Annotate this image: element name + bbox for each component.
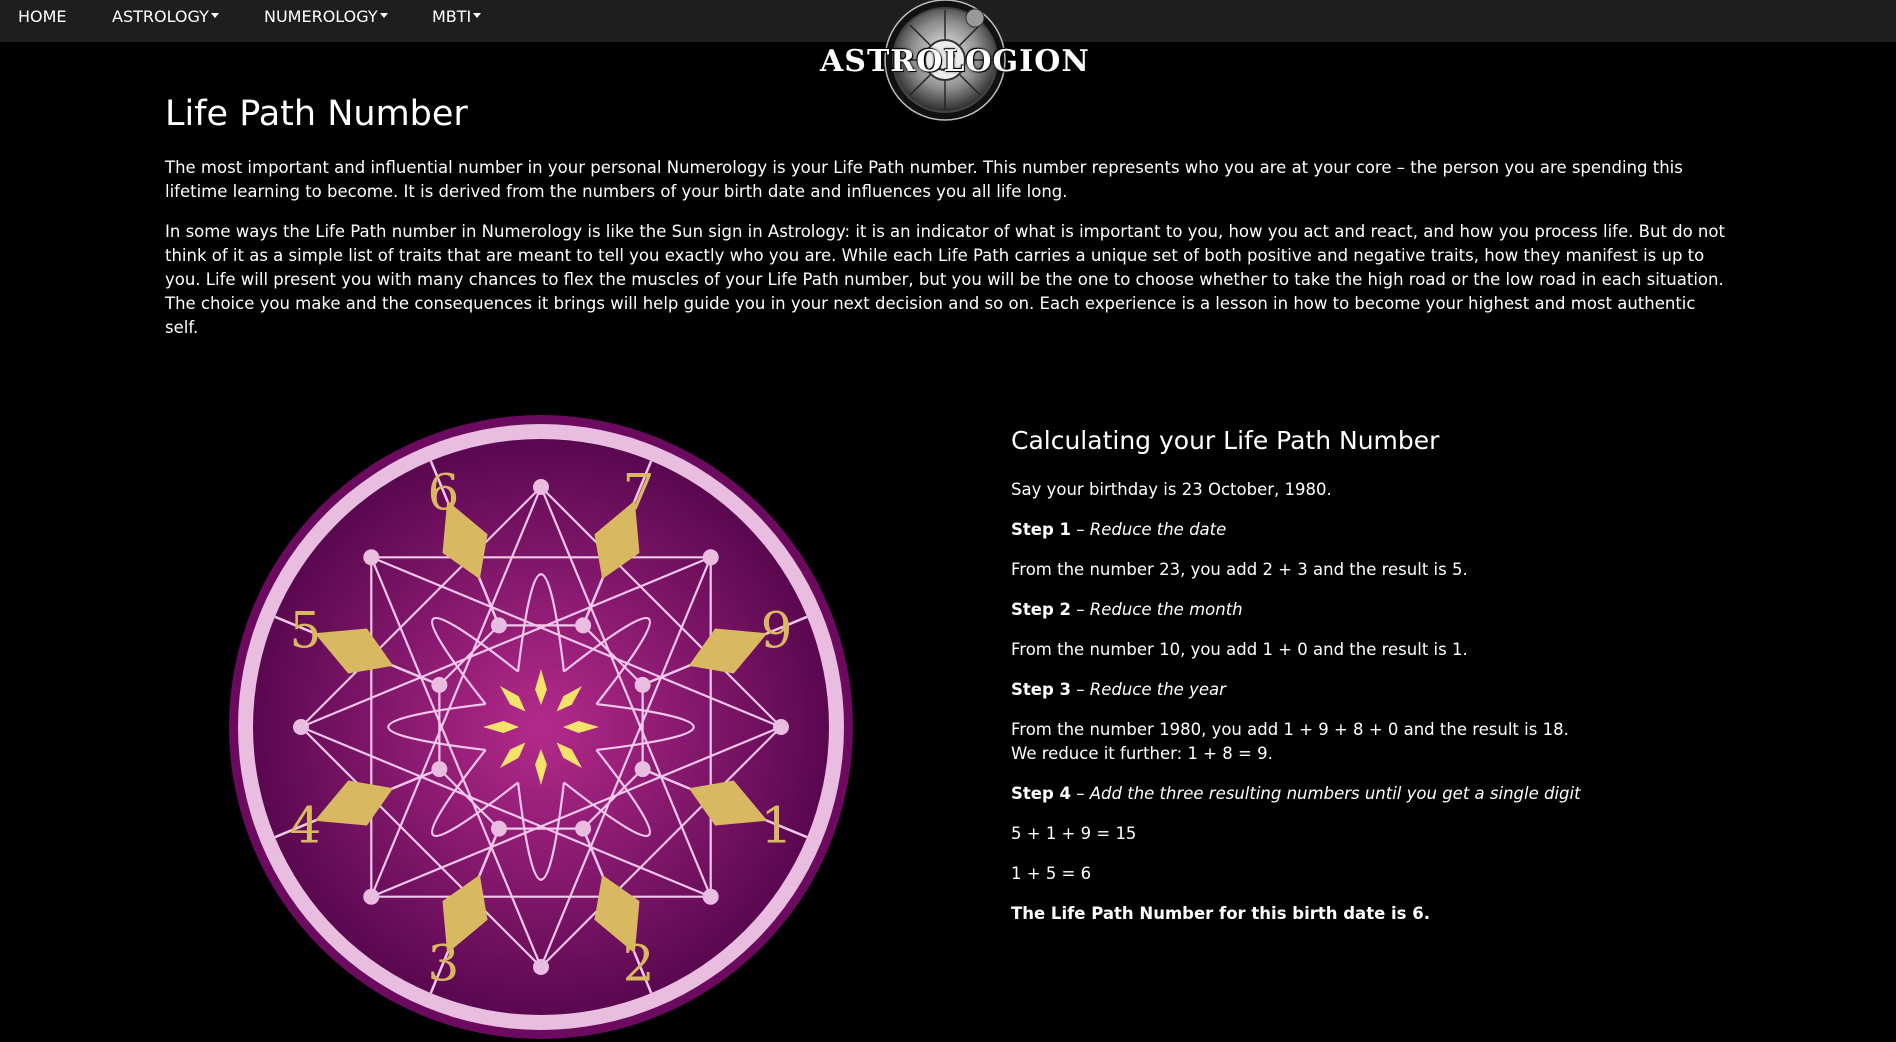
step-1-heading: Step 1 – Reduce the date — [1011, 518, 1771, 542]
wheel-face — [253, 439, 829, 1015]
wheel-node — [575, 820, 592, 837]
caret-down-icon — [379, 13, 388, 18]
page-title: Life Path Number — [165, 94, 468, 134]
wheel-node — [702, 549, 719, 566]
wheel-node — [293, 719, 309, 735]
wheel-number: 1 — [761, 797, 793, 855]
wheel-number: 6 — [428, 463, 460, 521]
intro-paragraph-2: In some ways the Life Path number in Num… — [165, 222, 1725, 337]
step-3-heading: Step 3 – Reduce the year — [1011, 678, 1771, 702]
intro-paragraph-1: The most important and influential numbe… — [165, 158, 1683, 201]
wheel-number: 2 — [623, 935, 655, 993]
calculation-heading: Calculating your Life Path Number — [1011, 426, 1440, 455]
wheel-node — [431, 676, 448, 693]
logo-text: ASTROLOGION — [820, 44, 1090, 79]
step-3-label: Step 3 — [1011, 680, 1071, 699]
site-logo[interactable]: ASTROLOGION — [820, 0, 1090, 125]
caret-down-icon — [210, 13, 219, 18]
nav-astrology-label: ASTROLOGY — [112, 7, 209, 26]
sum-line-2: 1 + 5 = 6 — [1011, 864, 1092, 883]
wheel-number: 9 — [761, 601, 793, 659]
step-2-heading: Step 2 – Reduce the month — [1011, 598, 1771, 622]
step-3-text: From the number 1980, you add 1 + 9 + 8 … — [1011, 718, 1771, 766]
wheel-node — [634, 676, 651, 693]
wheel-node — [490, 820, 507, 837]
step-1-label: Step 1 — [1011, 520, 1071, 539]
nav-mbti-menu[interactable]: MBTI — [432, 0, 482, 36]
wheel-node — [533, 479, 549, 495]
calculation-section: Calculating your Life Path Number Say yo… — [1011, 420, 1771, 942]
wheel-node — [634, 761, 651, 778]
step-3-text-line-2: We reduce it further: 1 + 8 = 9. — [1011, 744, 1273, 763]
step-4-heading: Step 4 – Add the three resulting numbers… — [1011, 782, 1771, 806]
wheel-node — [431, 761, 448, 778]
wheel-number: 3 — [428, 935, 460, 993]
step-2-text: From the number 10, you add 1 + 0 and th… — [1011, 640, 1468, 659]
caret-down-icon — [473, 13, 482, 18]
step-4-description: – Add the three resulting numbers until … — [1071, 784, 1581, 803]
wheel-number: 5 — [290, 601, 322, 659]
sum-line-1: 5 + 1 + 9 = 15 — [1011, 824, 1137, 843]
nav-mbti-label: MBTI — [432, 7, 472, 26]
step-2-description: – Reduce the month — [1071, 600, 1243, 619]
step-3-description: – Reduce the year — [1071, 680, 1226, 699]
wheel-node — [490, 617, 507, 634]
nav-numerology-menu[interactable]: NUMEROLOGY — [264, 0, 388, 36]
nav-astrology-menu[interactable]: ASTROLOGY — [112, 0, 219, 36]
wheel-node — [533, 959, 549, 975]
nav-home-link[interactable]: HOME — [18, 0, 67, 36]
wheel-number: 4 — [290, 797, 322, 855]
wheel-node — [363, 888, 380, 905]
wheel-node — [363, 549, 380, 566]
step-2-label: Step 2 — [1011, 600, 1071, 619]
nav-home-label: HOME — [18, 7, 67, 26]
step-3-text-line-1: From the number 1980, you add 1 + 9 + 8 … — [1011, 720, 1569, 739]
calculation-intro: Say your birthday is 23 October, 1980. — [1011, 480, 1332, 499]
step-1-description: – Reduce the date — [1071, 520, 1227, 539]
result-text: The Life Path Number for this birth date… — [1011, 904, 1430, 923]
nav-numerology-label: NUMEROLOGY — [264, 7, 378, 26]
wheel-number: 7 — [623, 463, 655, 521]
step-4-label: Step 4 — [1011, 784, 1071, 803]
numerology-wheel-image: 6 7 9 1 2 3 4 5 — [229, 415, 853, 1039]
wheel-node — [773, 719, 789, 735]
wheel-node — [702, 888, 719, 905]
wheel-node — [575, 617, 592, 634]
step-1-text: From the number 23, you add 2 + 3 and th… — [1011, 560, 1468, 579]
